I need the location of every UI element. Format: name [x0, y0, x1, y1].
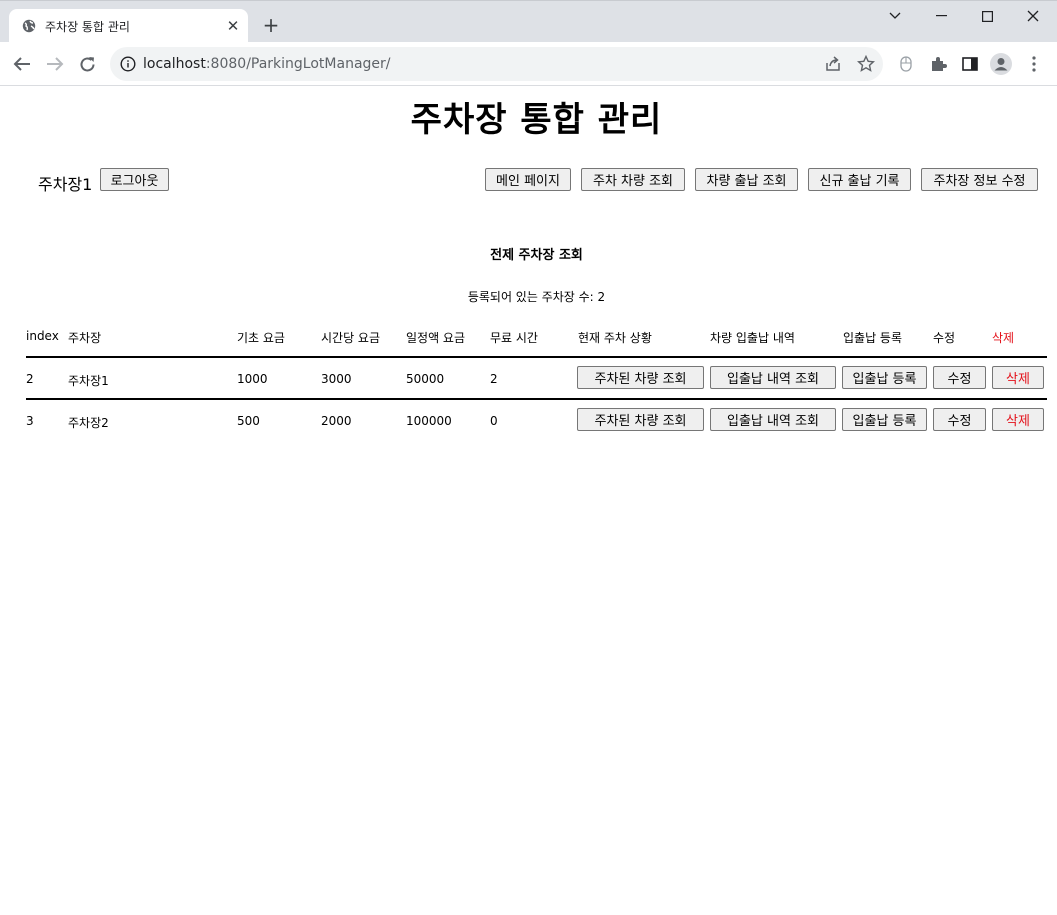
address-bar[interactable]: localhost:8080/ParkingLotManager/ — [110, 47, 883, 81]
col-delete: 삭제 — [992, 331, 1015, 345]
kebab-menu-icon[interactable] — [1023, 53, 1045, 75]
history-button[interactable]: 입출납 내역 조회 — [710, 366, 836, 389]
cell-free-time: 0 — [490, 414, 498, 428]
page-content: 주차장 통합 관리 주차장1 로그아웃 메인 페이지 주차 차량 조회 차량 출… — [0, 86, 1057, 915]
cell-base-fee: 500 — [237, 414, 260, 428]
logout-button[interactable]: 로그아웃 — [100, 168, 169, 191]
vehicle-history-button[interactable]: 차량 출납 조회 — [695, 168, 798, 191]
cell-index: 2 — [26, 372, 34, 386]
parked-cars-button[interactable]: 주차된 차량 조회 — [577, 366, 704, 389]
browser-tab[interactable]: 주차장 통합 관리 ✕ — [9, 9, 248, 43]
mouse-icon[interactable] — [895, 53, 917, 75]
tab-title: 주차장 통합 관리 — [45, 20, 130, 34]
section-title: 전제 주차장 조회 — [490, 248, 583, 263]
browser-toolbar: localhost:8080/ParkingLotManager/ — [0, 42, 1057, 86]
main-page-button[interactable]: 메인 페이지 — [485, 168, 571, 191]
extensions-icon[interactable] — [927, 53, 949, 75]
col-parking-status: 현재 주차 상황 — [578, 331, 652, 345]
star-icon[interactable] — [857, 55, 875, 73]
forward-icon[interactable] — [43, 52, 67, 76]
url-text[interactable]: localhost:8080/ParkingLotManager/ — [143, 56, 391, 72]
col-base-fee: 기초 요금 — [237, 331, 285, 345]
col-history: 차량 입출납 내역 — [710, 331, 795, 345]
share-icon[interactable] — [824, 55, 842, 73]
profile-icon[interactable] — [990, 53, 1012, 75]
cell-lot: 주차장1 — [68, 374, 109, 388]
lot-count-text: 등록되어 있는 주차장 수: 2 — [467, 290, 606, 304]
window-close-icon[interactable] — [1010, 1, 1056, 31]
register-button[interactable]: 입출납 등록 — [842, 408, 927, 431]
back-icon[interactable] — [10, 52, 34, 76]
minimize-icon[interactable] — [918, 1, 964, 31]
cell-lot: 주차장2 — [68, 416, 109, 430]
col-edit: 수정 — [933, 331, 956, 345]
col-lot: 주차장 — [68, 331, 102, 345]
edit-button[interactable]: 수정 — [933, 408, 986, 431]
edit-button[interactable]: 수정 — [933, 366, 986, 389]
tab-strip: 주차장 통합 관리 ✕ + — [0, 0, 1057, 43]
plus-icon[interactable]: + — [261, 15, 281, 35]
row-divider — [26, 398, 1047, 400]
delete-button[interactable]: 삭제 — [992, 408, 1044, 431]
page-title: 주차장 통합 관리 — [410, 100, 663, 140]
parked-vehicles-button[interactable]: 주차 차량 조회 — [581, 168, 685, 191]
col-flat-fee: 일정액 요금 — [406, 331, 466, 345]
side-panel-icon[interactable] — [959, 53, 981, 75]
delete-button[interactable]: 삭제 — [992, 366, 1044, 389]
register-button[interactable]: 입출납 등록 — [842, 366, 927, 389]
chevron-down-icon[interactable] — [872, 1, 918, 31]
cell-flat-fee: 50000 — [406, 372, 445, 386]
cell-flat-fee: 100000 — [406, 414, 452, 428]
history-button[interactable]: 입출납 내역 조회 — [710, 408, 836, 431]
browser-chrome: 주차장 통합 관리 ✕ + localhost:8080/ParkingLotM… — [0, 0, 1057, 86]
url-path: :8080/ParkingLotManager/ — [205, 56, 391, 72]
parked-cars-button[interactable]: 주차된 차량 조회 — [577, 408, 704, 431]
new-record-button[interactable]: 신규 출납 기록 — [808, 168, 911, 191]
cell-base-fee: 1000 — [237, 372, 268, 386]
maximize-icon[interactable] — [964, 1, 1010, 31]
cell-hourly-fee: 3000 — [321, 372, 352, 386]
cell-free-time: 2 — [490, 372, 498, 386]
col-register: 입출납 등록 — [843, 331, 903, 345]
row-divider — [26, 356, 1047, 358]
current-lot-name: 주차장1 — [38, 175, 93, 194]
reload-icon[interactable] — [75, 52, 99, 76]
col-index: index — [26, 329, 59, 343]
col-free-time: 무료 시간 — [490, 331, 538, 345]
url-host: localhost — [143, 56, 206, 72]
cell-index: 3 — [26, 414, 34, 428]
cell-hourly-fee: 2000 — [321, 414, 352, 428]
close-icon[interactable]: ✕ — [224, 17, 242, 35]
edit-lot-info-button[interactable]: 주차장 정보 수정 — [921, 168, 1038, 191]
col-hourly-fee: 시간당 요금 — [321, 331, 381, 345]
globe-icon — [22, 19, 36, 33]
info-icon[interactable] — [120, 56, 136, 72]
